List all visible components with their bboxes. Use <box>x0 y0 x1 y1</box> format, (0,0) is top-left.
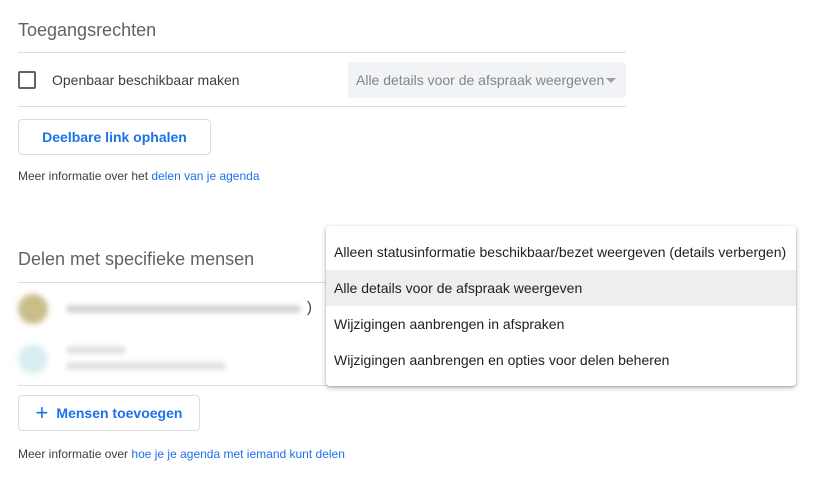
menu-item-make-changes[interactable]: Wijzigingen aanbrengen in afspraken <box>326 306 796 342</box>
avatar <box>18 344 48 374</box>
access-info-text: Meer informatie over het delen van je ag… <box>18 169 260 183</box>
access-section-title: Toegangsrechten <box>18 20 157 40</box>
public-checkbox[interactable] <box>18 71 36 89</box>
dropdown-arrow-icon <box>606 78 616 83</box>
public-label[interactable]: Openbaar beschikbaar maken <box>52 72 240 88</box>
plus-icon: + <box>35 400 49 425</box>
divider <box>18 385 326 386</box>
specific-info-text: Meer informatie over hoe je je agenda me… <box>18 447 345 461</box>
add-people-button[interactable]: + Mensen toevoegen <box>18 395 200 431</box>
specific-section-title: Delen met specifieke mensen <box>18 249 255 269</box>
redacted-person-name <box>66 346 126 354</box>
menu-item-manage-sharing[interactable]: Wijzigingen aanbrengen en opties voor de… <box>326 342 796 378</box>
menu-item-free-busy[interactable]: Alleen statusinformatie beschikbaar/beze… <box>326 234 796 270</box>
access-info-prefix: Meer informatie over het <box>18 169 149 183</box>
menu-item-all-details[interactable]: Alle details voor de afspraak weergeven <box>326 270 796 306</box>
add-people-label: Mensen toevoegen <box>56 405 183 421</box>
shared-person-row[interactable] <box>18 340 308 378</box>
share-with-someone-help-link[interactable]: hoe je je agenda met iemand kunt delen <box>131 447 345 461</box>
public-permission-select[interactable]: Alle details voor de afspraak weergeven <box>348 62 626 98</box>
divider <box>18 106 626 107</box>
person-row-paren: ) <box>307 299 312 316</box>
shared-person-row[interactable] <box>18 290 308 328</box>
divider <box>18 52 626 53</box>
select-value: Alle details voor de afspraak weergeven <box>356 72 605 88</box>
sharing-help-link[interactable]: delen van je agenda <box>151 169 259 183</box>
permission-menu: Alleen statusinformatie beschikbaar/beze… <box>326 226 796 386</box>
redacted-person-email <box>66 362 226 370</box>
redacted-person-email <box>66 305 301 313</box>
get-shareable-link-button[interactable]: Deelbare link ophalen <box>18 119 211 155</box>
avatar <box>18 294 48 324</box>
specific-info-prefix: Meer informatie over <box>18 447 129 461</box>
